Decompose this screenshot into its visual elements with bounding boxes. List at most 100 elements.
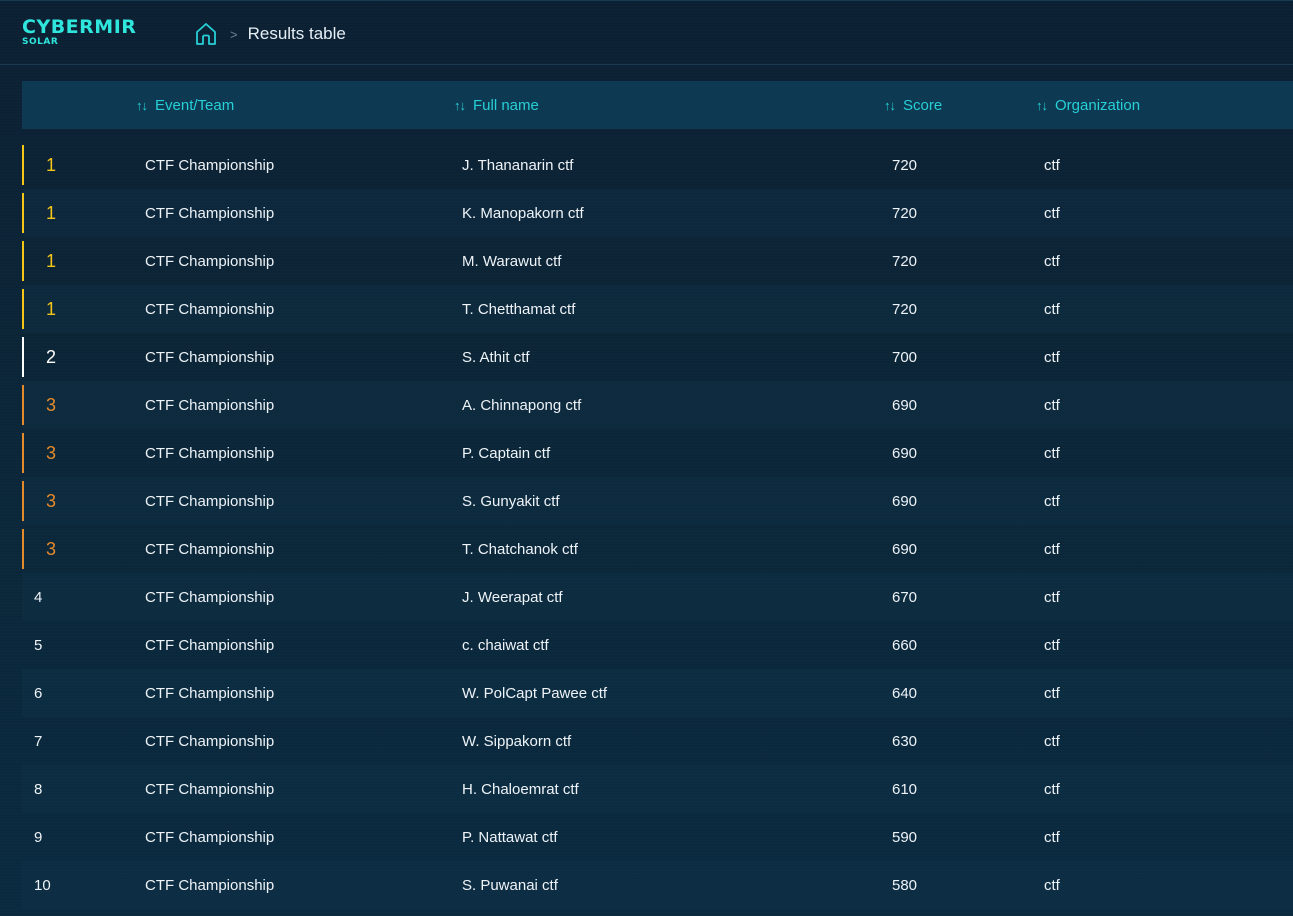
- column-header-score[interactable]: ↑↓ Score: [884, 81, 942, 129]
- score-cell: 720: [892, 156, 918, 174]
- score-cell: 660: [892, 636, 918, 654]
- rank-marker: [22, 481, 24, 521]
- event-cell: CTF Championship: [145, 300, 275, 318]
- rank-cell: 5: [34, 636, 43, 654]
- sort-icon: ↑↓: [884, 97, 896, 113]
- event-cell: CTF Championship: [145, 204, 275, 222]
- organization-cell: ctf: [1044, 636, 1060, 654]
- table-row[interactable]: 1 CTF Championship K. Manopakorn ctf 720 ctf: [22, 189, 1293, 237]
- name-cell: J. Weerapat ctf: [462, 588, 563, 606]
- table-row[interactable]: 8 CTF Championship H. Chaloemrat ctf 610 ctf: [22, 765, 1293, 813]
- organization-cell: ctf: [1044, 828, 1060, 846]
- sort-icon: ↑↓: [1036, 97, 1048, 113]
- logo-sub: SOLAR: [22, 37, 59, 47]
- logo-name: CYBERMIR: [22, 16, 137, 38]
- event-cell: CTF Championship: [145, 780, 275, 798]
- score-cell: 590: [892, 828, 918, 846]
- rank-marker: [22, 289, 24, 329]
- name-cell: S. Athit ctf: [462, 348, 530, 366]
- table-row[interactable]: 3 CTF Championship A. Chinnapong ctf 690 ctf: [22, 381, 1293, 429]
- column-header-name[interactable]: ↑↓ Full name: [454, 81, 539, 129]
- score-cell: 690: [892, 396, 918, 414]
- name-cell: W. Sippakorn ctf: [462, 732, 572, 750]
- logo[interactable]: CYBERMIR SOLAR: [22, 17, 136, 48]
- column-header-organization[interactable]: ↑↓ Organization: [1036, 81, 1140, 129]
- rank-cell: 2: [46, 346, 57, 367]
- column-header-event[interactable]: ↑↓ Event/Team: [136, 81, 234, 129]
- name-cell: P. Captain ctf: [462, 444, 551, 462]
- score-cell: 720: [892, 300, 918, 318]
- event-cell: CTF Championship: [145, 444, 275, 462]
- score-cell: 720: [892, 204, 918, 222]
- score-cell: 640: [892, 684, 918, 702]
- event-cell: CTF Championship: [145, 684, 275, 702]
- organization-cell: ctf: [1044, 492, 1060, 510]
- table-row[interactable]: 10 CTF Championship S. Puwanai ctf 580 ctf: [22, 861, 1293, 909]
- rank-cell: 8: [34, 780, 43, 798]
- rank-marker: [22, 529, 24, 569]
- name-cell: S. Gunyakit ctf: [462, 492, 560, 510]
- score-cell: 610: [892, 780, 918, 798]
- organization-cell: ctf: [1044, 204, 1060, 222]
- organization-cell: ctf: [1044, 348, 1060, 366]
- organization-cell: ctf: [1044, 684, 1060, 702]
- table-row[interactable]: 9 CTF Championship P. Nattawat ctf 590 ctf: [22, 813, 1293, 861]
- score-cell: 580: [892, 876, 918, 894]
- rank-cell: 3: [46, 442, 57, 463]
- name-cell: M. Warawut ctf: [462, 252, 562, 270]
- score-cell: 690: [892, 444, 918, 462]
- table-row[interactable]: 7 CTF Championship W. Sippakorn ctf 630 ctf: [22, 717, 1293, 765]
- score-cell: 690: [892, 492, 918, 510]
- name-cell: A. Chinnapong ctf: [462, 396, 582, 414]
- table-row[interactable]: 1 CTF Championship M. Warawut ctf 720 ctf: [22, 237, 1293, 285]
- organization-cell: ctf: [1044, 396, 1060, 414]
- rank-marker: [22, 337, 24, 377]
- table-row[interactable]: 3 CTF Championship T. Chatchanok ctf 690 ctf: [22, 525, 1293, 573]
- score-cell: 690: [892, 540, 918, 558]
- table-row[interactable]: 3 CTF Championship P. Captain ctf 690 ctf: [22, 429, 1293, 477]
- rank-cell: 6: [34, 684, 43, 702]
- rank-marker: [22, 241, 24, 281]
- organization-cell: ctf: [1044, 252, 1060, 270]
- rank-marker: [22, 433, 24, 473]
- table-row[interactable]: 1 CTF Championship J. Thananarin ctf 720 ctf: [22, 141, 1293, 189]
- organization-cell: ctf: [1044, 156, 1060, 174]
- table-header: ↑↓ Event/Team ↑↓ Full name ↑↓ Score ↑↓ O…: [22, 81, 1293, 129]
- rank-marker: [22, 385, 24, 425]
- event-cell: CTF Championship: [145, 396, 275, 414]
- name-cell: P. Nattawat ctf: [462, 828, 558, 846]
- organization-cell: ctf: [1044, 732, 1060, 750]
- rank-marker: [22, 193, 24, 233]
- score-cell: 630: [892, 732, 918, 750]
- top-bar: CYBERMIR SOLAR > Results table: [0, 0, 1293, 65]
- rank-cell: 7: [34, 732, 43, 750]
- score-cell: 720: [892, 252, 918, 270]
- sort-icon: ↑↓: [136, 97, 148, 113]
- table-row[interactable]: 4 CTF Championship J. Weerapat ctf 670 ctf: [22, 573, 1293, 621]
- organization-cell: ctf: [1044, 540, 1060, 558]
- table-row[interactable]: 2 CTF Championship S. Athit ctf 700 ctf: [22, 333, 1293, 381]
- event-cell: CTF Championship: [145, 876, 275, 894]
- rank-cell: 1: [46, 250, 57, 271]
- results-table: ↑↓ Event/Team ↑↓ Full name ↑↓ Score ↑↓ O…: [22, 81, 1293, 909]
- event-cell: CTF Championship: [145, 828, 275, 846]
- rank-cell: 1: [46, 298, 57, 319]
- name-cell: K. Manopakorn ctf: [462, 204, 584, 222]
- name-cell: c. chaiwat ctf: [462, 636, 549, 654]
- table-row[interactable]: 3 CTF Championship S. Gunyakit ctf 690 ctf: [22, 477, 1293, 525]
- table-body: 1 CTF Championship J. Thananarin ctf 720 ctf…: [22, 141, 1293, 909]
- score-cell: 700: [892, 348, 918, 366]
- organization-cell: ctf: [1044, 300, 1060, 318]
- name-cell: H. Chaloemrat ctf: [462, 780, 579, 798]
- home-icon[interactable]: [194, 21, 218, 47]
- table-row[interactable]: 6 CTF Championship W. PolCapt Pawee ctf 640…: [22, 669, 1293, 717]
- breadcrumb: > Results table: [194, 21, 346, 47]
- table-row[interactable]: 5 CTF Championship c. chaiwat ctf 660 ctf: [22, 621, 1293, 669]
- breadcrumb-separator: >: [230, 26, 238, 42]
- name-cell: T. Chetthamat ctf: [462, 300, 576, 318]
- organization-cell: ctf: [1044, 444, 1060, 462]
- table-row[interactable]: 1 CTF Championship T. Chetthamat ctf 720 ctf: [22, 285, 1293, 333]
- event-cell: CTF Championship: [145, 492, 275, 510]
- name-cell: J. Thananarin ctf: [462, 156, 574, 174]
- event-cell: CTF Championship: [145, 156, 275, 174]
